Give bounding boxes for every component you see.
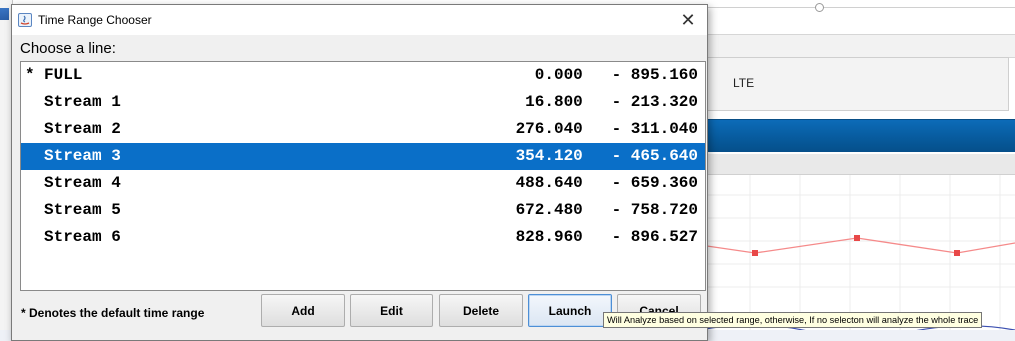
background-header-bar (700, 119, 1015, 152)
line-range: 0.000 - 895.160 (534, 66, 698, 84)
dialog-title: Time Range Chooser (38, 13, 152, 27)
time-range-row[interactable]: Stream 2 276.040 - 311.040 (21, 116, 705, 143)
lte-label: LTE (733, 76, 755, 90)
time-range-row[interactable]: Stream 4 488.640 - 659.360 (21, 170, 705, 197)
time-range-row[interactable]: Stream 1 16.800 - 213.320 (21, 89, 705, 116)
chart-point (954, 250, 960, 256)
time-range-row[interactable]: Stream 3 354.120 - 465.640 (21, 143, 705, 170)
close-icon[interactable]: ✕ (675, 8, 701, 32)
slider-knob-icon[interactable] (815, 3, 824, 12)
edit-button[interactable]: Edit (350, 294, 433, 327)
app-icon (0, 8, 9, 20)
time-range-chooser-dialog: Time Range Chooser ✕ Choose a line: * FUL… (11, 4, 708, 341)
time-range-row[interactable]: * FULL 0.000 - 895.160 (21, 62, 705, 89)
time-range-row[interactable]: Stream 5 672.480 - 758.720 (21, 197, 705, 224)
delete-button[interactable]: Delete (439, 294, 523, 327)
chart-point (854, 235, 860, 241)
line-name: Stream 4 (44, 174, 121, 192)
background-toolbar (700, 34, 1015, 58)
line-range: 488.640 - 659.360 (515, 174, 698, 192)
line-range: 828.960 - 896.527 (515, 228, 698, 246)
line-name: Stream 5 (44, 201, 121, 219)
line-range: 354.120 - 465.640 (515, 147, 698, 165)
time-range-list[interactable]: * FULL 0.000 - 895.160 Stream 1 16.800 - 213… (20, 61, 706, 291)
time-range-row[interactable]: Stream 6 828.960 - 896.527 (21, 224, 705, 251)
java-app-icon (18, 13, 32, 27)
line-range: 276.040 - 311.040 (515, 120, 698, 138)
line-name: Stream 2 (44, 120, 121, 138)
line-name: Stream 3 (44, 147, 121, 165)
background-divider (700, 7, 1015, 8)
line-range: 672.480 - 758.720 (515, 201, 698, 219)
line-name: Stream 1 (44, 93, 121, 111)
add-button[interactable]: Add (261, 294, 345, 327)
background-subheader (700, 154, 1015, 175)
default-range-footnote: * Denotes the default time range (21, 306, 205, 320)
launch-tooltip: Will Analyze based on selected range, ot… (603, 312, 983, 328)
lte-panel[interactable]: LTE (700, 57, 1009, 111)
dialog-titlebar[interactable]: Time Range Chooser ✕ (12, 5, 707, 35)
chart-point (752, 250, 758, 256)
line-name: FULL (44, 66, 83, 84)
default-marker: * (25, 66, 35, 84)
choose-line-label: Choose a line: (20, 40, 116, 57)
launch-button[interactable]: Launch (528, 294, 612, 327)
line-name: Stream 6 (44, 228, 121, 246)
line-range: 16.800 - 213.320 (525, 93, 698, 111)
